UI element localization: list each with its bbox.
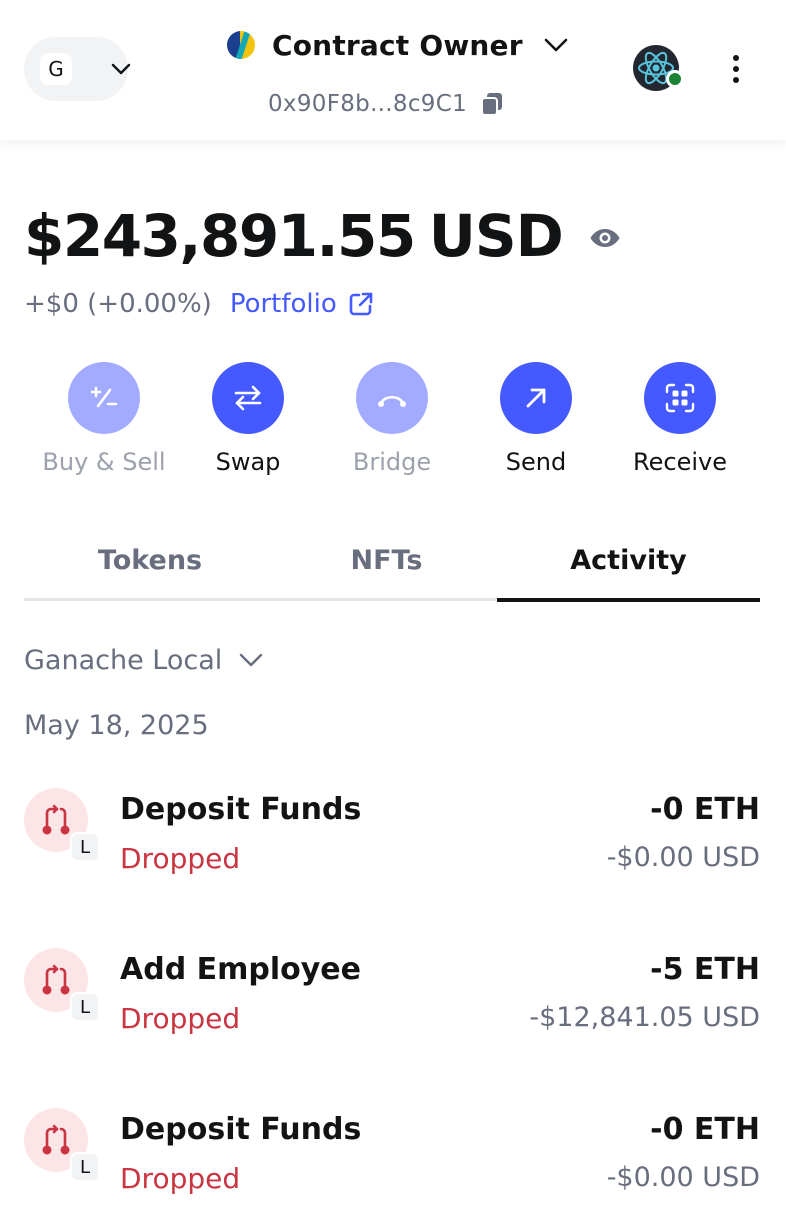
transaction-fiat-amount: -$0.00 USD xyxy=(606,842,760,873)
network-picker[interactable]: G xyxy=(24,37,131,101)
swap-button[interactable]: Swap xyxy=(176,362,320,476)
dapp-connection-avatar[interactable] xyxy=(632,44,684,92)
chevron-down-icon xyxy=(111,63,131,75)
tab-nfts[interactable]: NFTs xyxy=(276,528,497,592)
copy-icon[interactable] xyxy=(479,91,505,117)
plus-minus-icon xyxy=(90,386,118,408)
transaction-status: Dropped xyxy=(120,1162,241,1195)
receive-circle xyxy=(644,362,716,434)
transaction-title: Deposit Funds xyxy=(120,1112,362,1147)
swap-arrows-icon xyxy=(234,385,262,411)
more-vertical-icon xyxy=(733,55,739,83)
account-address-row[interactable]: 0x90F8b...8c9C1 xyxy=(268,86,505,122)
transaction-amount: -0 ETH xyxy=(650,792,760,827)
tab-activity[interactable]: Activity xyxy=(497,528,760,592)
transaction-amount: -5 ETH xyxy=(650,952,760,987)
active-tab-indicator xyxy=(497,598,760,602)
swap-circle xyxy=(212,362,284,434)
account-address: 0x90F8b...8c9C1 xyxy=(268,91,468,117)
network-badge: L xyxy=(70,832,100,862)
portfolio-link[interactable]: Portfolio xyxy=(230,289,375,319)
wallet-tabs: Tokens NFTs Activity xyxy=(24,528,760,604)
balance-amount: $243,891.55 xyxy=(24,202,416,270)
qr-code-icon xyxy=(665,383,695,413)
buy-sell-circle xyxy=(68,362,140,434)
transaction-amount: -0 ETH xyxy=(650,1112,760,1147)
send-button[interactable]: Send xyxy=(464,362,608,476)
contract-interaction-icon xyxy=(42,804,70,835)
transaction-row[interactable]: L Deposit Funds Dropped -0 ETH -$0.00 US… xyxy=(24,1108,760,1218)
balance-change: +$0 (+0.00%) xyxy=(24,289,212,319)
balance-currency: USD xyxy=(428,202,564,270)
balance-row: $243,891.55 USD xyxy=(24,196,621,276)
transaction-row[interactable]: L Add Employee Dropped -5 ETH -$12,841.0… xyxy=(24,948,760,1058)
buy-sell-button[interactable]: Buy & Sell xyxy=(32,362,176,476)
activity-date-heading: May 18, 2025 xyxy=(24,710,209,741)
transaction-status: Dropped xyxy=(120,842,241,875)
network-badge: L xyxy=(70,1152,100,1182)
receive-label: Receive xyxy=(633,448,727,476)
external-link-icon xyxy=(349,292,373,316)
transaction-status: Dropped xyxy=(120,1002,241,1035)
network-avatar: G xyxy=(40,53,72,85)
chevron-down-icon xyxy=(544,38,568,52)
chevron-down-icon xyxy=(240,653,263,667)
connected-status-dot xyxy=(666,70,684,88)
bridge-button[interactable]: Bridge xyxy=(320,362,464,476)
receive-button[interactable]: Receive xyxy=(608,362,752,476)
contract-interaction-icon xyxy=(42,964,70,995)
eye-icon[interactable] xyxy=(589,226,621,250)
transaction-title: Deposit Funds xyxy=(120,792,362,827)
account-jazzicon-icon xyxy=(227,31,255,59)
transaction-title: Add Employee xyxy=(120,952,361,987)
account-options-button[interactable] xyxy=(722,50,750,88)
app-header: G Contract Owner 0x90F8b...8c9C1 xyxy=(0,0,786,140)
balance-change-row: +$0 (+0.00%) Portfolio xyxy=(24,284,375,324)
send-label: Send xyxy=(505,448,567,476)
network-badge: L xyxy=(70,992,100,1022)
transaction-fiat-amount: -$0.00 USD xyxy=(606,1162,760,1193)
buy-sell-label: Buy & Sell xyxy=(42,448,166,476)
account-picker[interactable]: Contract Owner xyxy=(226,26,569,64)
portfolio-link-label: Portfolio xyxy=(229,289,337,319)
bridge-circle xyxy=(356,362,428,434)
bridge-icon xyxy=(378,395,406,407)
transaction-fiat-amount: -$12,841.05 USD xyxy=(529,1002,760,1033)
arrow-up-right-icon xyxy=(526,388,546,408)
send-circle xyxy=(500,362,572,434)
swap-label: Swap xyxy=(215,448,281,476)
contract-interaction-icon xyxy=(42,1124,70,1155)
tab-tokens[interactable]: Tokens xyxy=(24,528,276,592)
network-filter-label: Ganache Local xyxy=(24,644,223,676)
bridge-label: Bridge xyxy=(352,448,432,476)
network-filter[interactable]: Ganache Local xyxy=(24,638,264,682)
transaction-row[interactable]: L Deposit Funds Dropped -0 ETH -$0.00 US… xyxy=(24,788,760,898)
account-name: Contract Owner xyxy=(272,28,523,62)
